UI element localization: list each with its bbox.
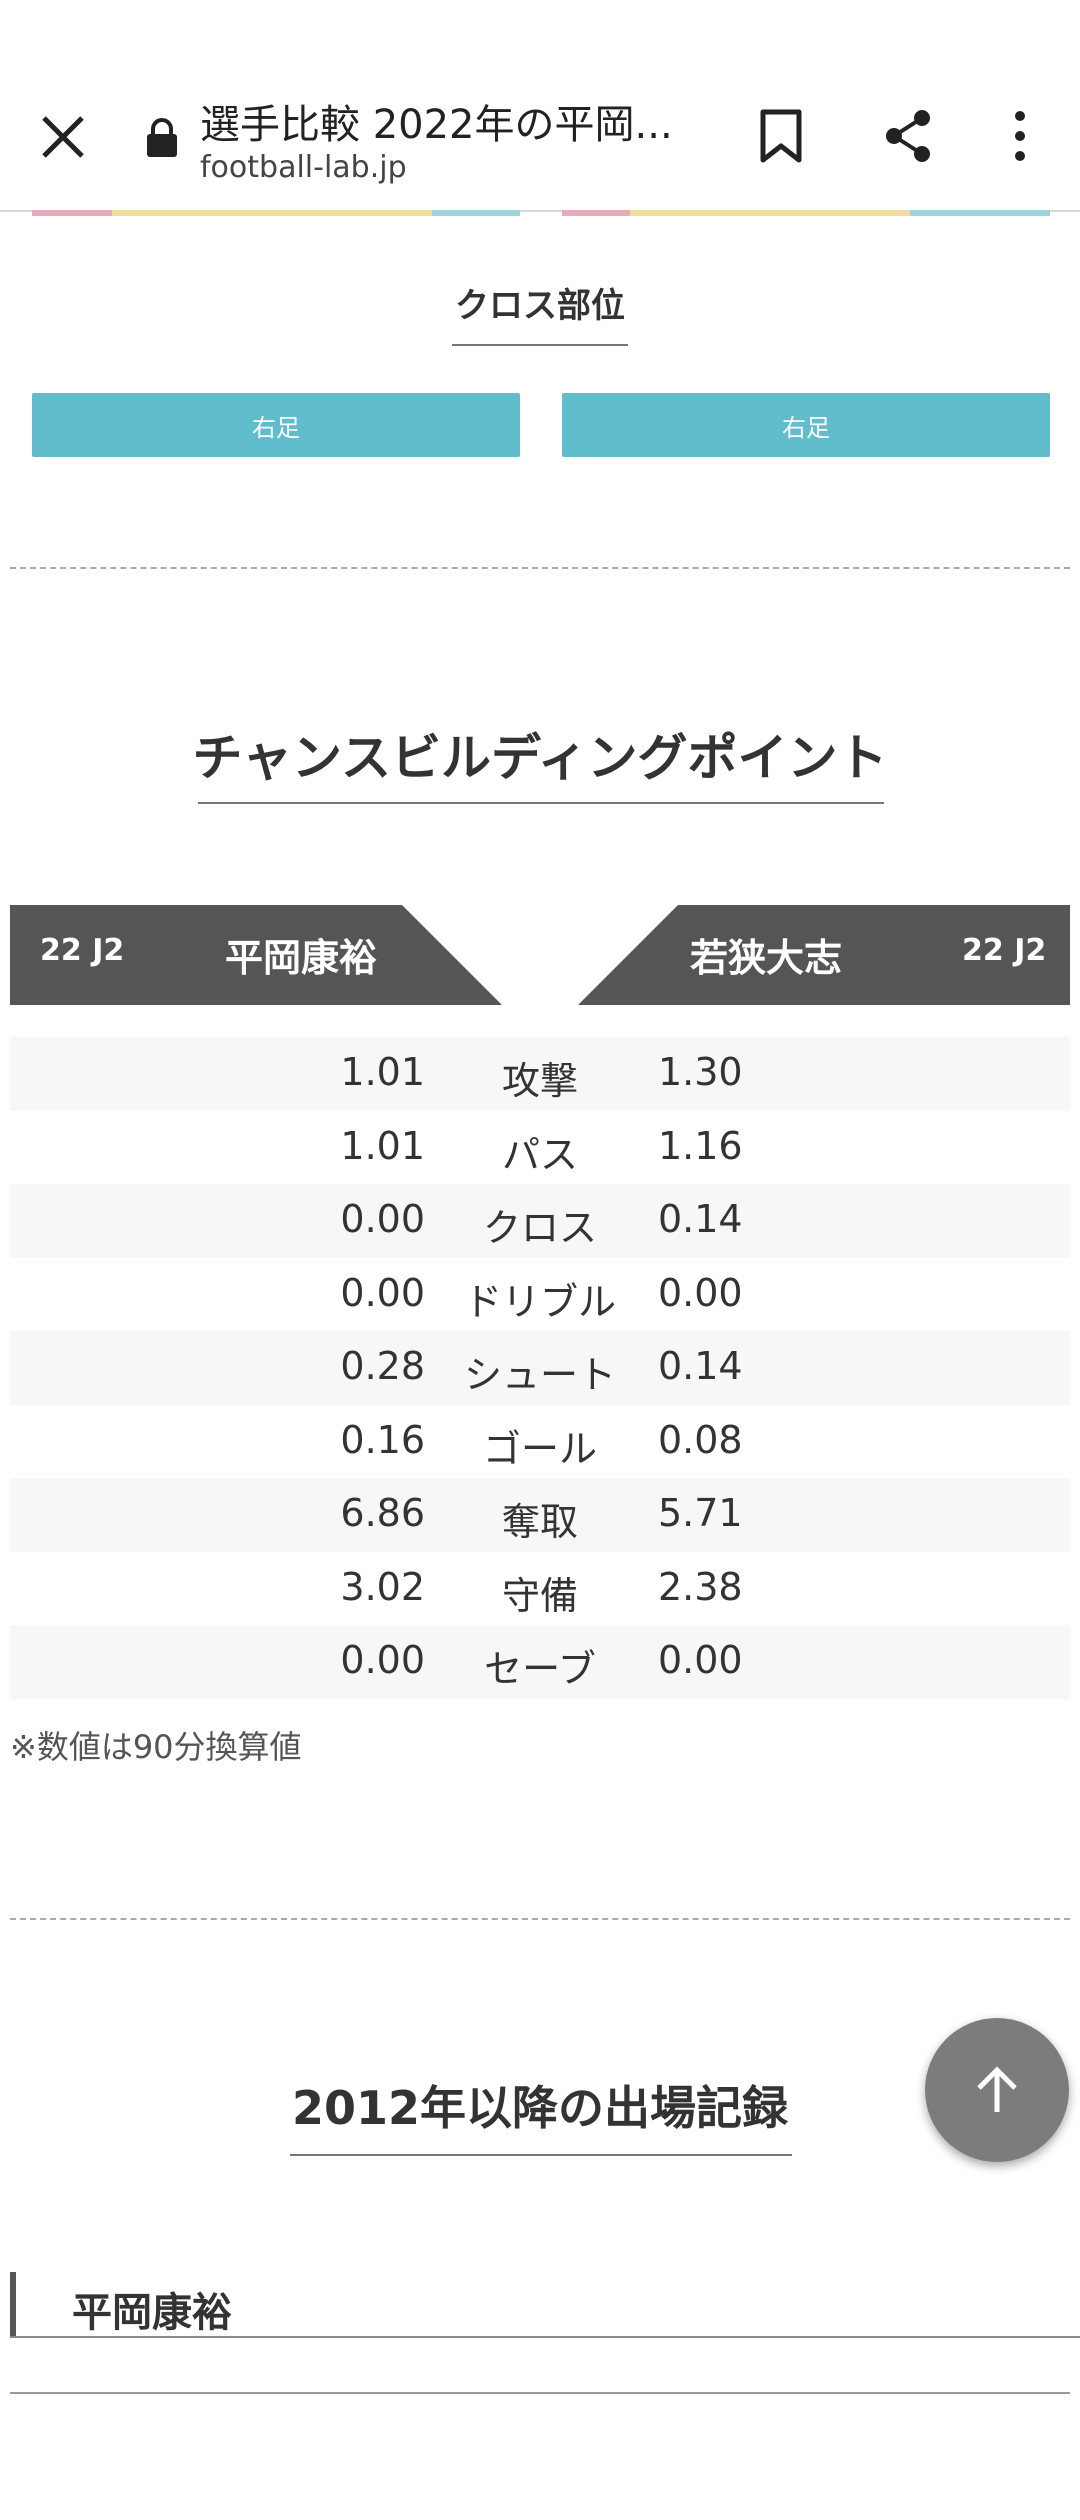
close-icon[interactable] bbox=[38, 112, 88, 162]
lock-icon bbox=[147, 118, 177, 157]
chart-bar-remnant bbox=[630, 210, 910, 216]
chart-bar-remnant bbox=[32, 210, 112, 216]
stat-row: 6.86 奪取 5.71 bbox=[10, 1478, 1070, 1552]
arrow-up-icon bbox=[977, 2066, 1017, 2112]
stat-label: ゴール bbox=[482, 1426, 597, 1471]
cross-right-value: 右足 bbox=[782, 413, 830, 442]
page-title[interactable]: 選手比較 2022年の平岡... bbox=[200, 92, 680, 150]
stat-label: パス bbox=[501, 1132, 578, 1177]
stat-label: ドリブル bbox=[463, 1279, 616, 1324]
stat-row: 1.01 パス 1.16 bbox=[10, 1111, 1070, 1185]
right-player-name[interactable]: 若狭大志 bbox=[690, 927, 842, 982]
right-value: 0.14 bbox=[658, 1197, 743, 1241]
record-accent-bar bbox=[10, 2272, 16, 2336]
player-comparison-header: 22 J2 平岡康裕 若狭大志 22 J2 bbox=[10, 905, 1070, 1005]
right-value: 0.00 bbox=[658, 1638, 743, 1682]
player-header-shapes bbox=[10, 905, 1070, 1005]
stat-label: クロス bbox=[482, 1206, 597, 1250]
cross-right-foot-bar: 右足 bbox=[562, 393, 1050, 457]
stat-label: 攻撃 bbox=[501, 1059, 578, 1103]
cross-left-foot-bar: 右足 bbox=[32, 393, 520, 457]
stat-row: 0.00 クロス 0.14 bbox=[10, 1184, 1070, 1258]
chart-bar-remnant bbox=[432, 210, 520, 216]
page-domain[interactable]: football-lab.jp bbox=[200, 150, 407, 185]
chart-bar-remnant bbox=[112, 210, 432, 216]
cross-title-underline bbox=[452, 344, 628, 346]
right-value: 2.38 bbox=[658, 1564, 743, 1609]
stat-label: セーブ bbox=[484, 1647, 596, 1691]
right-value: 0.00 bbox=[658, 1270, 743, 1315]
left-player-season: 22 J2 bbox=[40, 933, 125, 968]
stat-label: 奪取 bbox=[501, 1500, 578, 1544]
right-value: 0.08 bbox=[658, 1417, 743, 1462]
right-value: 0.14 bbox=[658, 1344, 743, 1388]
stat-row: 0.28 シュート 0.14 bbox=[10, 1331, 1070, 1405]
chance-title-underline bbox=[198, 802, 884, 804]
records-title-underline bbox=[290, 2154, 792, 2156]
share-icon[interactable] bbox=[882, 108, 934, 164]
stat-row: 3.02 守備 2.38 bbox=[10, 1552, 1070, 1626]
right-value: 1.16 bbox=[658, 1123, 743, 1168]
scroll-to-top-button[interactable] bbox=[925, 2018, 1069, 2162]
stat-row: 1.01 攻撃 1.30 bbox=[10, 1037, 1070, 1111]
stat-label: 守備 bbox=[501, 1573, 578, 1618]
left-player-name[interactable]: 平岡康裕 bbox=[225, 927, 377, 982]
right-player-season: 22 J2 bbox=[962, 933, 1047, 968]
bookmark-icon[interactable] bbox=[758, 108, 804, 164]
browser-toolbar: 選手比較 2022年の平岡... football-lab.jp bbox=[0, 0, 1080, 212]
chart-bar-remnant bbox=[910, 210, 1050, 216]
stats-note: ※数値は90分換算値 bbox=[10, 1728, 302, 1766]
content-divider bbox=[10, 2392, 1070, 2394]
stat-row: 0.16 ゴール 0.08 bbox=[10, 1405, 1070, 1479]
stat-row: 0.00 セーブ 0.00 bbox=[10, 1625, 1070, 1699]
chance-stats-table: 1.01 攻撃 1.30 1.01 パス 1.16 0.00 クロス 0.14 … bbox=[10, 1037, 1070, 1699]
right-value: 5.71 bbox=[658, 1491, 743, 1535]
more-vert-icon[interactable] bbox=[1005, 108, 1035, 164]
record-player-header: 平岡康裕 bbox=[10, 2272, 1080, 2338]
record-player-name: 平岡康裕 bbox=[72, 2290, 232, 2336]
stat-row: 0.00 ドリブル 0.00 bbox=[10, 1258, 1070, 1332]
cross-section-title: クロス部位 bbox=[455, 286, 625, 326]
chart-bar-remnant bbox=[562, 210, 630, 216]
section-divider bbox=[10, 1918, 1070, 1920]
right-value: 1.30 bbox=[658, 1050, 743, 1094]
records-section-title: 2012年以降の出場記録 bbox=[291, 2081, 789, 2135]
stat-label: シュート bbox=[463, 1353, 616, 1397]
section-divider bbox=[10, 567, 1070, 569]
chance-section-title: チャンスビルディングポイント bbox=[192, 729, 888, 787]
cross-left-value: 右足 bbox=[252, 413, 300, 442]
